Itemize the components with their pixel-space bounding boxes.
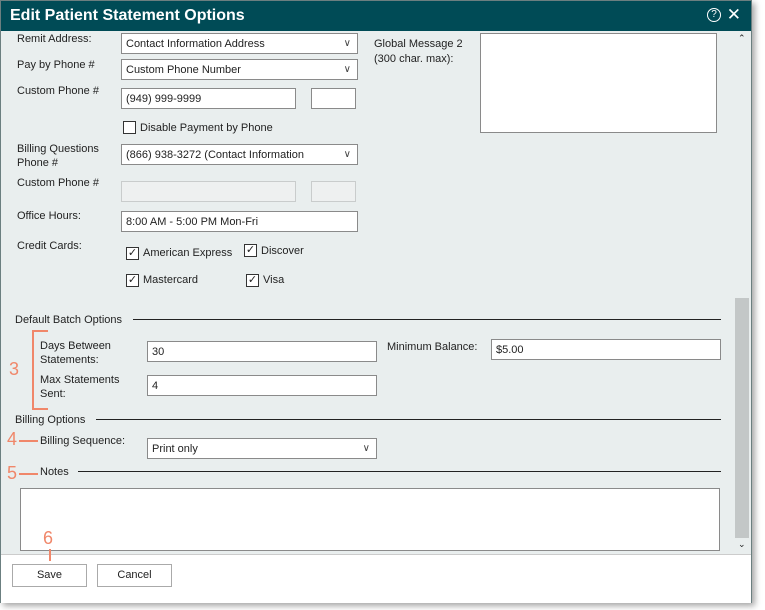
dialog: Edit Patient Statement Options ? ✕ Remit… xyxy=(0,0,752,603)
cancel-button[interactable]: Cancel xyxy=(97,564,172,587)
pay-by-phone-label: Pay by Phone # xyxy=(17,59,95,71)
mastercard-label: Mastercard xyxy=(143,274,199,286)
scroll-up-icon[interactable]: ⌃ xyxy=(738,33,746,44)
annotation-4: 4 xyxy=(7,429,18,449)
office-hours-label: Office Hours: xyxy=(17,210,81,222)
discover-label: Discover xyxy=(261,245,304,257)
remit-address-select[interactable]: Contact Information Address xyxy=(121,33,358,54)
annotation-line xyxy=(49,549,51,561)
max-statements-label: Max Statements xyxy=(40,374,120,386)
custom-phone-input[interactable]: (949) 999-9999 xyxy=(121,88,296,109)
billing-section-title: Billing Options xyxy=(15,414,86,426)
help-icon[interactable]: ? xyxy=(707,8,721,22)
global-message-textarea[interactable] xyxy=(480,33,717,133)
title-bar: Edit Patient Statement Options ? ✕ xyxy=(1,1,751,31)
custom-phone-ext-input[interactable] xyxy=(311,88,356,109)
remit-address-label: Remit Address: xyxy=(17,33,92,45)
close-icon[interactable]: ✕ xyxy=(727,5,741,25)
scrollbar-thumb[interactable] xyxy=(735,298,749,538)
divider xyxy=(133,319,721,320)
custom-phone-label: Custom Phone # xyxy=(17,85,99,97)
billing-sequence-select[interactable]: Print only xyxy=(147,438,377,459)
credit-cards-label: Credit Cards: xyxy=(17,240,82,252)
footer: Save Cancel xyxy=(1,554,751,603)
visa-label: Visa xyxy=(263,274,285,286)
amex-label: American Express xyxy=(143,247,233,259)
annotation-line xyxy=(19,473,38,475)
annotation-line xyxy=(19,440,38,442)
days-label: Days Between xyxy=(40,340,111,352)
notes-title: Notes xyxy=(40,466,69,478)
billing-questions-select[interactable]: (866) 938-3272 (Contact Information xyxy=(121,144,358,165)
save-button[interactable]: Save xyxy=(12,564,87,587)
dialog-title: Edit Patient Statement Options xyxy=(10,7,245,24)
pay-by-phone-select[interactable]: Custom Phone Number xyxy=(121,59,358,80)
custom-phone2-input xyxy=(121,181,296,202)
divider xyxy=(96,419,721,420)
custom-phone2-label: Custom Phone # xyxy=(17,177,99,189)
annotation-5: 5 xyxy=(7,463,18,483)
days-between-input[interactable]: 30 xyxy=(147,341,377,362)
annotation-6: 6 xyxy=(43,528,54,548)
visa-checkbox[interactable]: ✓ xyxy=(246,274,259,287)
global-message-label: Global Message 2 xyxy=(374,38,463,50)
disable-payment-checkbox[interactable] xyxy=(123,121,136,134)
billing-questions-label: Billing Questions Phone # xyxy=(17,143,99,169)
office-hours-input[interactable]: 8:00 AM - 5:00 PM Mon-Fri xyxy=(121,211,358,232)
disable-payment-label: Disable Payment by Phone xyxy=(140,122,273,134)
mastercard-checkbox[interactable]: ✓ xyxy=(126,274,139,287)
days-label-2: Statements: xyxy=(40,354,99,366)
discover-checkbox[interactable]: ✓ xyxy=(244,244,257,257)
amex-checkbox[interactable]: ✓ xyxy=(126,247,139,260)
min-balance-label: Minimum Balance: xyxy=(387,341,478,353)
notes-textarea[interactable] xyxy=(20,488,720,551)
batch-section-title: Default Batch Options xyxy=(15,314,123,326)
min-balance-input[interactable]: $5.00 xyxy=(491,339,721,360)
scroll-down-icon[interactable]: ⌄ xyxy=(738,539,746,550)
annotation-3: 3 xyxy=(9,359,20,379)
divider xyxy=(78,471,721,472)
custom-phone2-ext-input xyxy=(311,181,356,202)
annotation-bracket xyxy=(32,330,48,410)
max-statements-input[interactable]: 4 xyxy=(147,375,377,396)
global-message-sublabel: (300 char. max): xyxy=(374,53,454,65)
scrollbar[interactable]: ⌃ ⌄ xyxy=(734,31,751,554)
billing-sequence-label: Billing Sequence: xyxy=(40,435,126,447)
